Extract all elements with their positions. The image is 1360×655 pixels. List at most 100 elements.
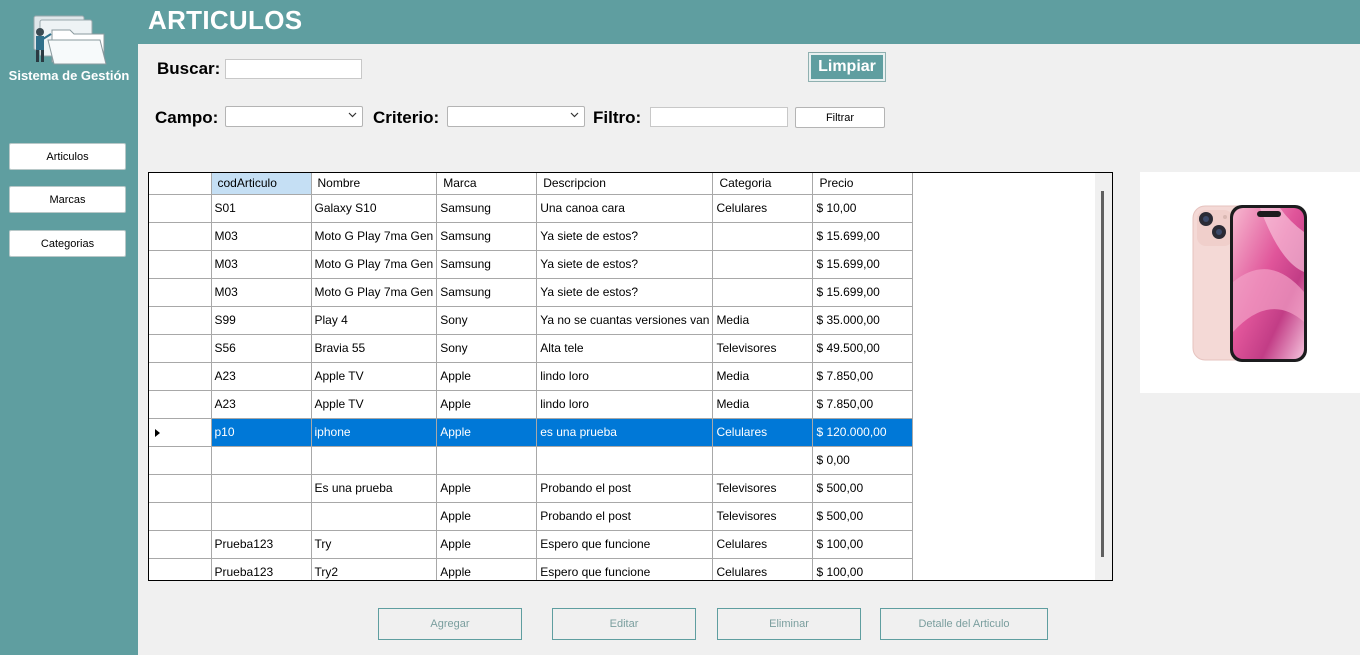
cell-categoria[interactable]: Celulares — [712, 194, 814, 223]
add-button[interactable]: Agregar — [378, 608, 522, 640]
cell-precio[interactable]: $ 100,00 — [812, 558, 914, 580]
cell-codarticulo[interactable]: A23 — [211, 362, 312, 391]
cell-marca[interactable]: Sony — [436, 334, 538, 363]
cell-marca[interactable]: Samsung — [436, 222, 538, 251]
cell-codarticulo[interactable] — [211, 502, 312, 531]
cell-marca[interactable]: Apple — [436, 502, 538, 531]
cell-precio[interactable]: $ 15.699,00 — [812, 250, 914, 279]
table-row[interactable]: M03 Moto G Play 7ma Gen Samsung Ya siete de… — [149, 250, 914, 279]
table-row[interactable]: S56 Bravia 55 Sony Alta tele Televisores $ 49… — [149, 334, 914, 363]
cell-descripcion[interactable] — [536, 446, 714, 475]
cell-marca[interactable]: Apple — [436, 474, 538, 503]
cell-descripcion[interactable]: Probando el post — [536, 502, 714, 531]
cell-marca[interactable]: Samsung — [436, 250, 538, 279]
cell-descripcion[interactable]: Probando el post — [536, 474, 714, 503]
cell-nombre[interactable]: Es una prueba — [311, 474, 438, 503]
row-header[interactable] — [149, 474, 212, 503]
row-header[interactable] — [149, 334, 212, 363]
detail-button[interactable]: Detalle del Articulo — [880, 608, 1048, 640]
cell-nombre[interactable]: Apple TV — [311, 362, 438, 391]
cell-descripcion[interactable]: Una canoa cara — [536, 194, 714, 223]
cell-precio[interactable]: $ 100,00 — [812, 530, 914, 559]
cell-descripcion[interactable]: Espero que funcione — [536, 530, 714, 559]
cell-categoria[interactable]: Media — [712, 390, 814, 419]
cell-nombre[interactable]: Try — [311, 530, 438, 559]
filtro-input[interactable] — [650, 107, 788, 127]
cell-nombre[interactable]: Moto G Play 7ma Gen — [311, 222, 438, 251]
cell-precio[interactable]: $ 7.850,00 — [812, 390, 914, 419]
cell-categoria[interactable]: Televisores — [712, 334, 814, 363]
cell-precio[interactable]: $ 500,00 — [812, 502, 914, 531]
criterio-select[interactable] — [447, 106, 585, 127]
row-header[interactable] — [149, 222, 212, 251]
row-header[interactable] — [149, 250, 212, 279]
articles-grid[interactable]: codArticulo Nombre Marca Descripcion Cat… — [148, 172, 1113, 581]
cell-categoria[interactable]: Media — [712, 362, 814, 391]
search-input[interactable] — [225, 59, 362, 79]
row-header[interactable] — [149, 446, 212, 475]
sidebar-item-marcas[interactable]: Marcas — [9, 186, 126, 213]
table-row[interactable]: A23 Apple TV Apple lindo loro Media $ 7.850,0… — [149, 362, 914, 391]
cell-marca[interactable]: Apple — [436, 558, 538, 580]
cell-codarticulo[interactable]: S99 — [211, 306, 312, 335]
cell-descripcion[interactable]: Ya siete de estos? — [536, 250, 714, 279]
cell-marca[interactable]: Apple — [436, 390, 538, 419]
table-row[interactable]: M03 Moto G Play 7ma Gen Samsung Ya siete de… — [149, 278, 914, 307]
cell-codarticulo[interactable]: M03 — [211, 278, 312, 307]
cell-nombre[interactable]: Galaxy S10 — [311, 194, 438, 223]
cell-nombre[interactable]: Try2 — [311, 558, 438, 580]
row-header[interactable] — [149, 278, 212, 307]
scrollbar-thumb[interactable] — [1101, 191, 1104, 557]
cell-nombre[interactable] — [311, 502, 438, 531]
cell-precio[interactable]: $ 120.000,00 — [812, 418, 914, 447]
row-header[interactable] — [149, 390, 212, 419]
cell-descripcion[interactable]: Ya siete de estos? — [536, 278, 714, 307]
delete-button[interactable]: Eliminar — [717, 608, 861, 640]
column-header-marca[interactable]: Marca — [436, 173, 538, 195]
table-row[interactable]: M03 Moto G Play 7ma Gen Samsung Ya siete de… — [149, 222, 914, 251]
cell-categoria[interactable]: Celulares — [712, 558, 814, 580]
cell-categoria[interactable] — [712, 250, 814, 279]
edit-button[interactable]: Editar — [552, 608, 696, 640]
campo-select[interactable] — [225, 106, 363, 127]
cell-precio[interactable]: $ 35.000,00 — [812, 306, 914, 335]
cell-descripcion[interactable]: es una prueba — [536, 418, 714, 447]
cell-nombre[interactable]: iphone — [311, 418, 438, 447]
filter-button[interactable]: Filtrar — [795, 107, 885, 128]
cell-nombre[interactable] — [311, 446, 438, 475]
cell-marca[interactable]: Samsung — [436, 194, 538, 223]
cell-marca[interactable]: Samsung — [436, 278, 538, 307]
column-header-precio[interactable]: Precio — [812, 173, 914, 195]
cell-nombre[interactable]: Apple TV — [311, 390, 438, 419]
cell-codarticulo[interactable]: p10 — [211, 418, 312, 447]
cell-categoria[interactable]: Celulares — [712, 530, 814, 559]
row-header[interactable] — [149, 306, 212, 335]
row-header[interactable] — [149, 530, 212, 559]
cell-marca[interactable]: Apple — [436, 362, 538, 391]
cell-codarticulo[interactable]: Prueba123 — [211, 558, 312, 580]
cell-descripcion[interactable]: Ya no se cuantas versiones van — [536, 306, 714, 335]
cell-nombre[interactable]: Bravia 55 — [311, 334, 438, 363]
cell-marca[interactable] — [436, 446, 538, 475]
cell-precio[interactable]: $ 0,00 — [812, 446, 914, 475]
row-header[interactable] — [149, 558, 212, 580]
cell-marca[interactable]: Apple — [436, 530, 538, 559]
cell-codarticulo[interactable]: Prueba123 — [211, 530, 312, 559]
table-row[interactable]: A23 Apple TV Apple lindo loro Media $ 7.850,0… — [149, 390, 914, 419]
cell-codarticulo[interactable]: M03 — [211, 250, 312, 279]
column-header-nombre[interactable]: Nombre — [311, 173, 438, 195]
table-row[interactable]: Es una prueba Apple Probando el post Televi… — [149, 474, 914, 503]
cell-codarticulo[interactable] — [211, 446, 312, 475]
table-row[interactable]: Prueba123 Try Apple Espero que funcione Celu… — [149, 530, 914, 559]
row-header[interactable] — [149, 418, 212, 447]
cell-codarticulo[interactable]: S56 — [211, 334, 312, 363]
table-row[interactable]: Prueba123 Try2 Apple Espero que funcione Cel… — [149, 558, 914, 580]
cell-nombre[interactable]: Moto G Play 7ma Gen — [311, 250, 438, 279]
cell-marca[interactable]: Apple — [436, 418, 538, 447]
table-row[interactable]: $ 0,00 — [149, 446, 914, 475]
cell-categoria[interactable]: Media — [712, 306, 814, 335]
cell-categoria[interactable] — [712, 222, 814, 251]
cell-categoria[interactable] — [712, 446, 814, 475]
cell-precio[interactable]: $ 15.699,00 — [812, 278, 914, 307]
table-row[interactable]: S01 Galaxy S10 Samsung Una canoa cara Celula… — [149, 194, 914, 223]
